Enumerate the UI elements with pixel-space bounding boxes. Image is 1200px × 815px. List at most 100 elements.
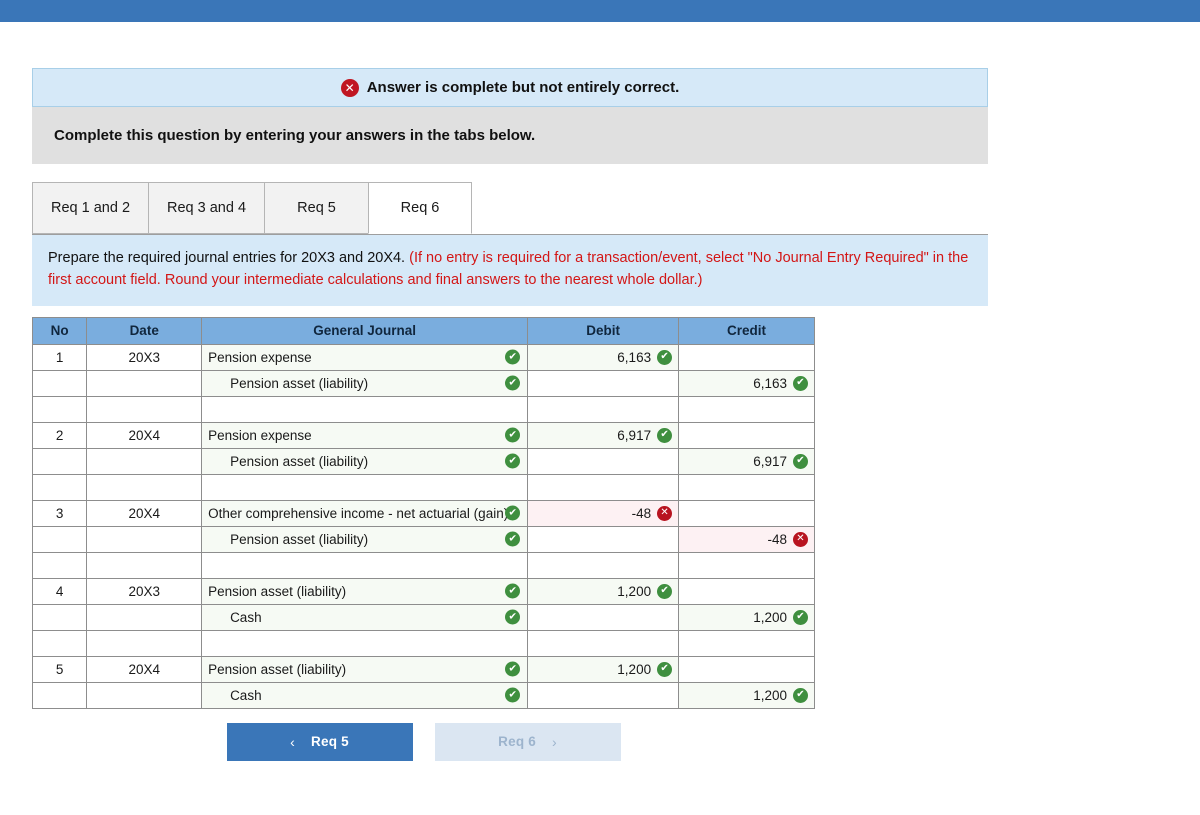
table-row: Cash ✔ 1,200 ✔ xyxy=(31,603,815,631)
debit-input-cell[interactable]: 6,163 ✔ xyxy=(527,343,680,371)
cell-date: 20X4 xyxy=(86,655,203,683)
credit-input-cell[interactable]: 1,200 ✔ xyxy=(678,603,815,631)
account-name: Pension asset (liability) xyxy=(230,453,369,469)
credit-input-cell[interactable]: -48 ✕ xyxy=(678,525,815,553)
spacer-cell xyxy=(201,395,529,423)
account-select-cell[interactable]: Pension asset (liability) ✔ xyxy=(201,369,529,397)
correct-check-icon: ✔ xyxy=(505,661,521,677)
cell-no xyxy=(31,681,88,709)
tab-label: Req 6 xyxy=(400,200,440,216)
credit-input-cell[interactable] xyxy=(678,577,815,605)
cell-date xyxy=(86,447,203,475)
chevron-left-icon: ‹ xyxy=(290,733,296,750)
journal-header-row: No Date General Journal Debit Credit xyxy=(31,316,815,345)
debit-input-cell[interactable]: 1,200 ✔ xyxy=(527,577,680,605)
table-row: 5 20X4 Pension asset (liability) ✔ 1,200 ✔ xyxy=(31,655,815,683)
account-select-cell[interactable]: Pension asset (liability) ✔ xyxy=(201,525,529,553)
account-name: Pension asset (liability) xyxy=(230,531,369,547)
x-circle-icon: ✕ xyxy=(340,78,359,97)
cell-date: 20X4 xyxy=(86,499,203,527)
spacer-cell xyxy=(527,395,680,423)
journal-table-head: No Date General Journal Debit Credit xyxy=(31,316,815,345)
debit-input-cell[interactable] xyxy=(527,603,680,631)
table-row: Pension asset (liability) ✔ -48 ✕ xyxy=(31,525,815,553)
tab-label: Req 1 and 2 xyxy=(51,200,131,216)
credit-input-cell[interactable]: 6,917 ✔ xyxy=(678,447,815,475)
correct-check-icon: ✔ xyxy=(793,453,808,469)
incorrect-cross-icon: ✕ xyxy=(657,505,673,521)
spacer-cell xyxy=(31,551,88,579)
prev-req-label: Req 5 xyxy=(311,734,349,750)
table-row: 4 20X3 Pension asset (liability) ✔ 1,200 ✔ xyxy=(31,577,815,605)
credit-input-cell[interactable] xyxy=(678,499,815,527)
spacer-cell xyxy=(31,395,88,423)
journal-spacer-row xyxy=(31,473,815,501)
account-name: Cash xyxy=(230,609,262,625)
journal-spacer-row xyxy=(31,551,815,579)
debit-input-cell[interactable]: 6,917 ✔ xyxy=(527,421,680,449)
spacer-cell xyxy=(678,551,815,579)
credit-input-cell[interactable]: 1,200 ✔ xyxy=(678,681,815,709)
table-row: Cash ✔ 1,200 ✔ xyxy=(31,681,815,709)
spacer-cell xyxy=(201,551,529,579)
tab-req-3-and-4[interactable]: Req 3 and 4 xyxy=(148,182,265,234)
debit-input-cell-value: 1,200 xyxy=(617,583,652,599)
account-select-cell[interactable]: Pension asset (liability) ✔ xyxy=(201,655,529,683)
instruction-text: Complete this question by entering your … xyxy=(54,127,536,144)
tab-bar: Req 1 and 2 Req 3 and 4 Req 5 Req 6 xyxy=(32,180,988,234)
account-select-cell[interactable]: Other comprehensive income - net actuari… xyxy=(201,499,529,527)
next-req-button[interactable]: Req 6 › xyxy=(434,722,621,761)
debit-input-cell[interactable] xyxy=(527,447,680,475)
correct-check-icon: ✔ xyxy=(505,427,521,443)
tab-req-6[interactable]: Req 6 xyxy=(368,182,473,234)
debit-input-cell[interactable]: 1,200 ✔ xyxy=(527,655,680,683)
table-row: 1 20X3 Pension expense ✔ 6,163 ✔ xyxy=(31,343,815,371)
correct-check-icon: ✔ xyxy=(505,687,521,703)
tab-req-5[interactable]: Req 5 xyxy=(264,182,369,234)
account-select-cell[interactable]: Pension asset (liability) ✔ xyxy=(201,577,529,605)
credit-input-cell[interactable] xyxy=(678,421,815,449)
column-header-debit: Debit xyxy=(527,316,680,345)
account-select-cell[interactable]: Pension expense ✔ xyxy=(201,343,529,371)
cell-no: 4 xyxy=(31,577,88,605)
credit-input-cell[interactable] xyxy=(678,343,815,371)
spacer-cell xyxy=(527,551,680,579)
correct-check-icon: ✔ xyxy=(657,583,673,599)
tab-label: Req 3 and 4 xyxy=(167,200,247,216)
credit-input-cell[interactable]: 6,163 ✔ xyxy=(678,369,815,397)
account-select-cell[interactable]: Pension expense ✔ xyxy=(201,421,529,449)
account-name: Pension asset (liability) xyxy=(208,661,347,677)
journal-entry-table: No Date General Journal Debit Credit 1 20… xyxy=(31,316,815,709)
spacer-cell xyxy=(31,473,88,501)
content-area: ✕ Answer is complete but not entirely co… xyxy=(31,68,988,761)
debit-input-cell-value: 6,917 xyxy=(617,427,652,443)
account-select-cell[interactable]: Cash ✔ xyxy=(201,603,529,631)
correct-check-icon: ✔ xyxy=(793,375,808,391)
account-select-cell[interactable]: Cash ✔ xyxy=(201,681,529,709)
correct-check-icon: ✔ xyxy=(505,583,521,599)
chevron-right-icon: › xyxy=(551,733,557,750)
tab-req-1-and-2[interactable]: Req 1 and 2 xyxy=(32,182,149,234)
account-select-cell[interactable]: Pension asset (liability) ✔ xyxy=(201,447,529,475)
correct-check-icon: ✔ xyxy=(505,453,521,469)
column-header-general-journal: General Journal xyxy=(201,316,529,345)
spacer-cell xyxy=(201,473,529,501)
question-prompt: Prepare the required journal entries for… xyxy=(32,234,988,306)
cell-date xyxy=(86,525,203,553)
debit-input-cell[interactable]: -48 ✕ xyxy=(527,499,680,527)
credit-input-cell[interactable] xyxy=(678,655,815,683)
debit-input-cell[interactable] xyxy=(527,525,680,553)
credit-input-cell-value: 1,200 xyxy=(753,609,787,625)
spacer-cell xyxy=(86,395,203,423)
cell-date: 20X3 xyxy=(86,577,203,605)
spacer-cell xyxy=(678,473,815,501)
column-header-no: No xyxy=(31,316,88,345)
column-header-date: Date xyxy=(86,316,203,345)
debit-input-cell[interactable] xyxy=(527,369,680,397)
debit-input-cell[interactable] xyxy=(527,681,680,709)
credit-input-cell-value: -48 xyxy=(767,531,787,547)
incorrect-cross-icon: ✕ xyxy=(793,531,808,547)
correct-check-icon: ✔ xyxy=(793,687,808,703)
journal-spacer-row xyxy=(31,629,815,657)
prev-req-button[interactable]: ‹ Req 5 xyxy=(226,722,413,761)
